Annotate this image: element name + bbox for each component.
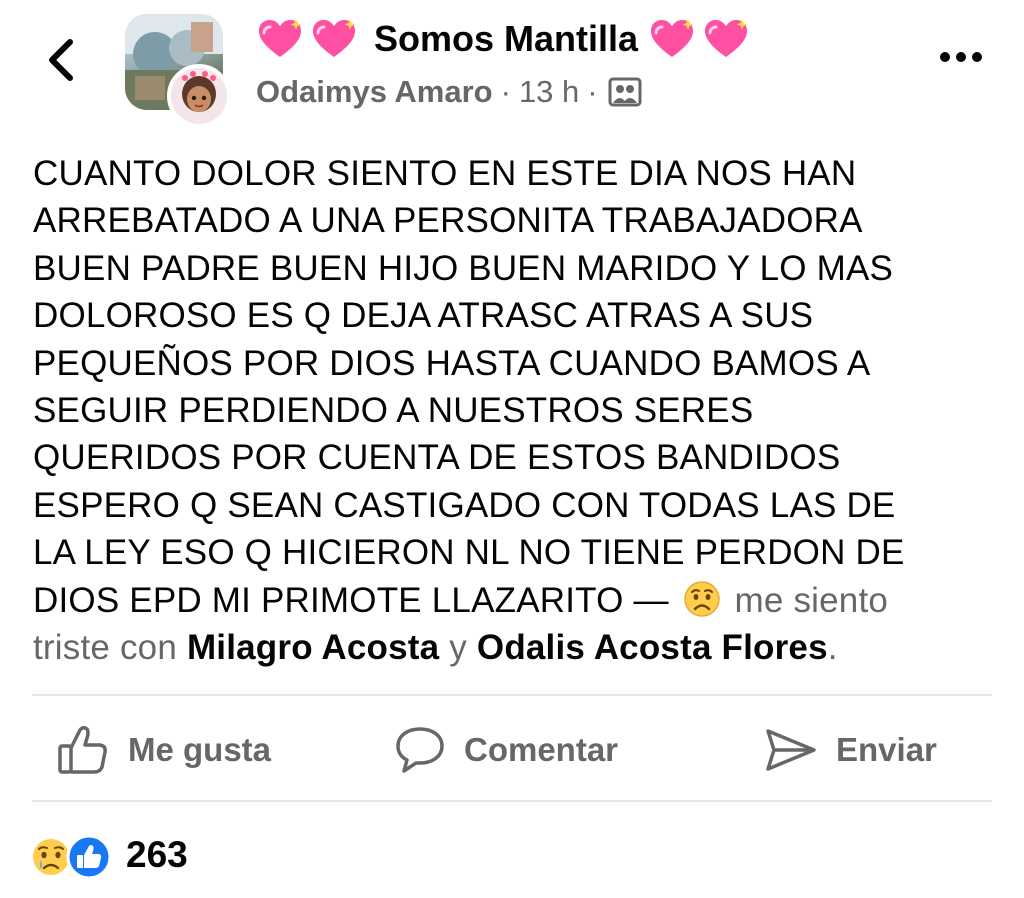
post-header: Somos Mantilla Odaimys Amaro · 13 h · xyxy=(0,0,1024,130)
post-text-line: QUERIDOS POR CUENTA DE ESTOS BANDIDOS xyxy=(33,438,841,478)
tagged-person-link[interactable]: Milagro Acosta xyxy=(187,628,439,667)
like-label: Me gusta xyxy=(128,731,272,768)
reaction-icons xyxy=(30,832,118,880)
comment-label: Comentar xyxy=(464,731,619,768)
reactions-summary[interactable]: 263 xyxy=(30,830,188,880)
post-actions-bar: Me gusta Comentar Enviar xyxy=(0,700,1024,798)
sparkling-heart-icon xyxy=(705,19,748,57)
feeling-text: triste con xyxy=(33,627,187,667)
sparkling-heart-icon xyxy=(651,19,694,57)
meta-separator: · xyxy=(500,74,511,109)
more-options-button[interactable] xyxy=(936,46,986,68)
comment-bubble-icon xyxy=(396,727,444,773)
like-button[interactable]: Me gusta xyxy=(56,720,271,780)
sad-face-icon xyxy=(683,580,720,617)
post-avatars[interactable] xyxy=(125,14,237,128)
group-title-row: Somos Mantilla xyxy=(256,14,756,64)
user-avatar[interactable] xyxy=(167,64,231,128)
group-audience-icon xyxy=(608,77,642,107)
post-text-line: ESPERO Q SEAN CASTIGADO CON TODAS LAS DE xyxy=(33,485,896,525)
post-text-line: ARREBATADO A UNA PERSONITA TRABAJADORA xyxy=(33,201,863,241)
sparkling-heart-icon xyxy=(259,19,302,57)
post-text-line: LA LEY ESO Q HICIERON NL NO TIENE PERDON… xyxy=(33,533,905,573)
divider xyxy=(32,694,992,696)
post-time[interactable]: 13 h xyxy=(519,74,579,110)
like-reaction-icon xyxy=(66,834,112,880)
group-name[interactable]: Somos Mantilla xyxy=(374,18,638,60)
post-text-line: CUANTO DOLOR SIENTO EN ESTE DIA NOS HAN xyxy=(33,154,857,193)
divider xyxy=(32,800,992,802)
chevron-left-icon xyxy=(49,39,73,81)
post-text-line: SEGUIR PERDIENDO A NUESTROS SERES xyxy=(33,390,754,430)
avatar-face-image xyxy=(171,68,227,124)
post-text-line-last: DIOS EPD MI PRIMOTE LLAZARITO — me sient… xyxy=(33,577,1003,624)
post-text-line-tags: triste con Milagro Acosta y Odalis Acost… xyxy=(33,624,1003,671)
send-button[interactable]: Enviar xyxy=(764,720,937,780)
post-text-line: BUEN PADRE BUEN HIJO BUEN MARIDO Y LO MA… xyxy=(33,248,894,288)
tagged-person-link[interactable]: Odalis Acosta Flores xyxy=(477,628,828,667)
more-horizontal-icon xyxy=(940,52,982,62)
post-body: CUANTO DOLOR SIENTO EN ESTE DIA NOS HAN … xyxy=(33,150,1003,671)
thumbs-up-icon xyxy=(58,725,107,774)
sparkling-heart-icon xyxy=(313,19,356,57)
send-label: Enviar xyxy=(836,731,937,768)
author-name[interactable]: Odaimys Amaro xyxy=(256,74,493,110)
post-text-line: PEQUEÑOS POR DIOS HASTA CUANDO BAMOS A xyxy=(33,343,871,383)
post-meta: Odaimys Amaro · 13 h · xyxy=(256,70,642,114)
tag-separator: y xyxy=(439,627,477,667)
send-arrow-icon xyxy=(766,729,816,771)
reaction-count: 263 xyxy=(126,834,188,875)
back-button[interactable] xyxy=(40,34,84,86)
meta-separator: · xyxy=(587,74,598,109)
feeling-text: me siento xyxy=(724,580,889,620)
post-text-line: DOLOROSO ES Q DEJA ATRASC ATRAS A SUS xyxy=(33,296,814,336)
post-text-fragment: DIOS EPD MI PRIMOTE LLAZARITO — xyxy=(33,580,679,620)
end-period: . xyxy=(827,627,838,667)
comment-button[interactable]: Comentar xyxy=(394,720,618,780)
